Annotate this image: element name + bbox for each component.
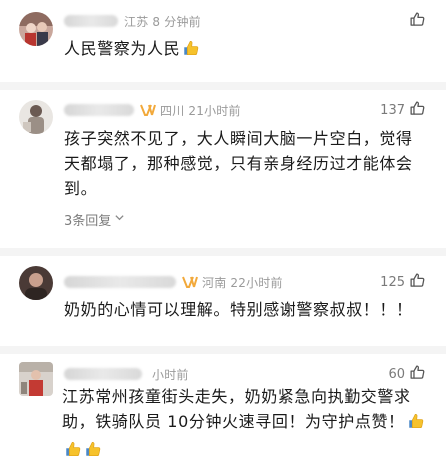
like-button[interactable]: 137 xyxy=(380,100,426,121)
thumbs-up-emoji-icon xyxy=(84,440,102,465)
comment-text: 人民警察为人民 xyxy=(64,39,181,58)
comment-item: 江苏 8 分钟前 人民警察为人民 xyxy=(0,0,446,72)
username[interactable] xyxy=(64,276,176,288)
timestamp: 8 分钟前 xyxy=(152,14,201,29)
comment-meta: 河南 22小时前 xyxy=(64,273,283,291)
location: 江苏 xyxy=(124,14,149,29)
divider xyxy=(0,248,446,256)
comment-text: 江苏常州孩童街头走失，奶奶紧急向执勤交警求助，铁骑队员 10分钟火速寻回！为守护… xyxy=(62,387,411,431)
like-button[interactable]: 60 xyxy=(388,364,426,385)
thumb-up-outline-icon xyxy=(409,100,426,121)
timestamp: 22小时前 xyxy=(230,275,283,290)
avatar[interactable] xyxy=(19,100,53,134)
avatar[interactable] xyxy=(19,266,53,300)
comment-item: 四川 21小时前 137 孩子突然不见了，大人瞬间大脑一片空白，觉得天都塌了，那… xyxy=(0,90,446,250)
divider xyxy=(0,346,446,354)
location: 河南 xyxy=(202,275,227,290)
like-count: 60 xyxy=(388,366,405,382)
username[interactable] xyxy=(64,15,118,27)
timestamp: 21小时前 xyxy=(188,103,241,118)
comment-text: 奶奶的心情可以理解。特别感谢警察叔叔！！！ xyxy=(64,300,413,319)
vip-badge-icon xyxy=(140,103,156,117)
location: 四川 xyxy=(160,103,185,118)
timestamp: 小时前 xyxy=(152,367,189,382)
comment-text-wrap: 人民警察为人民 xyxy=(64,37,428,64)
comment-text: 孩子突然不见了，大人瞬间大脑一片空白，觉得天都塌了，那种感觉，只有亲身经历过才能… xyxy=(64,129,413,198)
username[interactable] xyxy=(64,104,134,116)
replies-label: 3条回复 xyxy=(64,214,112,229)
vip-badge-icon xyxy=(182,275,198,289)
chevron-down-icon xyxy=(111,212,125,227)
divider xyxy=(0,82,446,90)
like-count: 125 xyxy=(380,274,405,290)
username[interactable] xyxy=(64,368,142,380)
comment-text-wrap: 江苏常州孩童街头走失，奶奶紧急向执勤交警求助，铁骑队员 10分钟火速寻回！为守护… xyxy=(62,384,428,465)
thumb-up-outline-icon xyxy=(409,272,426,293)
avatar[interactable] xyxy=(19,362,53,396)
comment-item: 河南 22小时前 125 奶奶的心情可以理解。特别感谢警察叔叔！！！ xyxy=(0,256,446,346)
thumb-up-outline-icon xyxy=(409,364,426,385)
like-count: 137 xyxy=(380,102,405,118)
comment-meta: 江苏 8 分钟前 xyxy=(64,12,201,30)
thumbs-up-emoji-icon xyxy=(64,440,82,465)
like-button[interactable] xyxy=(405,11,426,32)
comment-meta: 四川 21小时前 xyxy=(64,101,241,119)
thumbs-up-emoji-icon xyxy=(407,412,425,437)
comment-item: 小时前 60 江苏常州孩童街头走失，奶奶紧急向执勤交警求助，铁骑队员 10分钟火… xyxy=(0,354,446,465)
avatar[interactable] xyxy=(19,12,53,46)
thumb-up-outline-icon xyxy=(409,11,426,32)
thumbs-up-emoji-icon xyxy=(182,39,200,64)
comment-meta: 小时前 xyxy=(64,365,189,383)
replies-toggle[interactable]: 3条回复 xyxy=(64,210,125,229)
like-button[interactable]: 125 xyxy=(380,272,426,293)
